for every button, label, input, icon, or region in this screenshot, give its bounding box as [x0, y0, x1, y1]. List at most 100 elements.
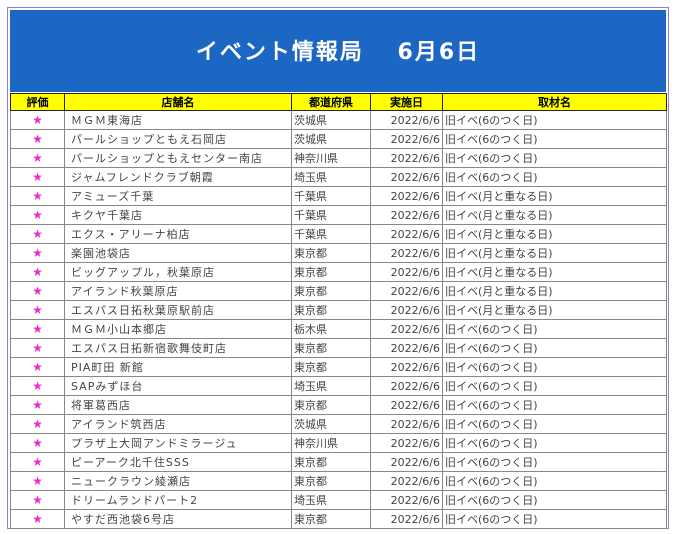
- date-cell: 2022/6/6: [370, 281, 443, 301]
- rating-star-icon: ★: [10, 110, 65, 130]
- rating-star-icon: ★: [10, 338, 65, 358]
- page-title: イベント情報局 6月6日: [195, 40, 481, 65]
- event-name-cell: 旧イベ(月と重なる日): [442, 186, 667, 206]
- event-name-cell: 旧イベ(6のつく日): [442, 148, 667, 168]
- event-name-cell: 旧イベ(月と重なる日): [442, 281, 667, 301]
- event-name-cell: 旧イベ(月と重なる日): [442, 205, 667, 225]
- date-cell: 2022/6/6: [370, 300, 443, 320]
- rating-star-icon: ★: [10, 167, 65, 187]
- event-name-cell: 旧イベ(6のつく日): [442, 395, 667, 415]
- table-row: ★ PIA町田 新館 東京都 2022/6/6 旧イベ(6のつく日): [10, 357, 667, 377]
- store-name-cell: ＭＧＭ小山本郷店: [64, 319, 292, 339]
- rating-star-icon: ★: [10, 281, 65, 301]
- date-cell: 2022/6/6: [370, 376, 443, 396]
- rating-star-icon: ★: [10, 300, 65, 320]
- event-name-cell: 旧イベ(6のつく日): [442, 319, 667, 339]
- date-cell: 2022/6/6: [370, 357, 443, 377]
- table-row: ★ エクス・アリーナ柏店 千葉県 2022/6/6 旧イベ(月と重なる日): [10, 224, 667, 244]
- store-name-cell: エスパス日拓秋葉原駅前店: [64, 300, 292, 320]
- table-row: ★ ドリームランドパート2 埼玉県 2022/6/6 旧イベ(6のつく日): [10, 490, 667, 510]
- date-cell: 2022/6/6: [370, 129, 443, 149]
- prefecture-cell: 神奈川県: [291, 433, 371, 453]
- rating-star-icon: ★: [10, 452, 65, 472]
- table-row: ★ ビッグアップル，秋葉原店 東京都 2022/6/6 旧イベ(月と重なる日): [10, 262, 667, 282]
- store-name-cell: アイランド筑西店: [64, 414, 292, 434]
- header-rating: 評価: [10, 93, 65, 111]
- event-name-cell: 旧イベ(6のつく日): [442, 110, 667, 130]
- table-row: ★ ＭＧＭ東海店 茨城県 2022/6/6 旧イベ(6のつく日): [10, 110, 667, 130]
- event-name-cell: 旧イベ(月と重なる日): [442, 262, 667, 282]
- table-row: ★ パールショップともえセンター南店 神奈川県 2022/6/6 旧イベ(6のつく日): [10, 148, 667, 168]
- store-name-cell: ドリームランドパート2: [64, 490, 292, 510]
- prefecture-cell: 茨城県: [291, 110, 371, 130]
- event-name-cell: 旧イベ(6のつく日): [442, 509, 667, 529]
- event-name-cell: 旧イベ(月と重なる日): [442, 224, 667, 244]
- event-name-cell: 旧イベ(6のつく日): [442, 490, 667, 510]
- store-name-cell: パールショップともえ石岡店: [64, 129, 292, 149]
- table-row: ★ ニュークラウン綾瀬店 東京都 2022/6/6 旧イベ(6のつく日): [10, 471, 667, 491]
- prefecture-cell: 栃木県: [291, 319, 371, 339]
- prefecture-cell: 東京都: [291, 357, 371, 377]
- date-cell: 2022/6/6: [370, 167, 443, 187]
- store-name-cell: 将軍葛西店: [64, 395, 292, 415]
- date-cell: 2022/6/6: [370, 338, 443, 358]
- date-cell: 2022/6/6: [370, 395, 443, 415]
- date-cell: 2022/6/6: [370, 224, 443, 244]
- prefecture-cell: 東京都: [291, 338, 371, 358]
- rating-star-icon: ★: [10, 471, 65, 491]
- date-cell: 2022/6/6: [370, 205, 443, 225]
- table-row: ★ キクヤ千葉店 千葉県 2022/6/6 旧イベ(月と重なる日): [10, 205, 667, 225]
- table-row: ★ アイランド筑西店 茨城県 2022/6/6 旧イベ(6のつく日): [10, 414, 667, 434]
- store-name-cell: アイランド秋葉原店: [64, 281, 292, 301]
- prefecture-cell: 東京都: [291, 281, 371, 301]
- store-name-cell: エスパス日拓新宿歌舞伎町店: [64, 338, 292, 358]
- table-row: ★ アイランド秋葉原店 東京都 2022/6/6 旧イベ(月と重なる日): [10, 281, 667, 301]
- store-name-cell: エクス・アリーナ柏店: [64, 224, 292, 244]
- event-name-cell: 旧イベ(6のつく日): [442, 452, 667, 472]
- prefecture-cell: 茨城県: [291, 414, 371, 434]
- date-cell: 2022/6/6: [370, 110, 443, 130]
- prefecture-cell: 東京都: [291, 300, 371, 320]
- date-cell: 2022/6/6: [370, 186, 443, 206]
- prefecture-cell: 東京都: [291, 395, 371, 415]
- event-name-cell: 旧イベ(6のつく日): [442, 433, 667, 453]
- rating-star-icon: ★: [10, 224, 65, 244]
- store-name-cell: SAPみずほ台: [64, 376, 292, 396]
- rating-star-icon: ★: [10, 509, 65, 529]
- rating-star-icon: ★: [10, 148, 65, 168]
- date-cell: 2022/6/6: [370, 262, 443, 282]
- table-row: ★ アミューズ千葉 千葉県 2022/6/6 旧イベ(月と重なる日): [10, 186, 667, 206]
- store-name-cell: パールショップともえセンター南店: [64, 148, 292, 168]
- date-cell: 2022/6/6: [370, 148, 443, 168]
- rating-star-icon: ★: [10, 129, 65, 149]
- date-cell: 2022/6/6: [370, 471, 443, 491]
- rating-star-icon: ★: [10, 205, 65, 225]
- store-name-cell: PIA町田 新館: [64, 357, 292, 377]
- header-store: 店舗名: [64, 93, 292, 111]
- rating-star-icon: ★: [10, 395, 65, 415]
- title-banner: イベント情報局 6月6日: [10, 10, 666, 92]
- prefecture-cell: 茨城県: [291, 129, 371, 149]
- date-cell: 2022/6/6: [370, 452, 443, 472]
- table-row: ★ SAPみずほ台 埼玉県 2022/6/6 旧イベ(6のつく日): [10, 376, 667, 396]
- table-row: ★ エスパス日拓秋葉原駅前店 東京都 2022/6/6 旧イベ(月と重なる日): [10, 300, 667, 320]
- rating-star-icon: ★: [10, 490, 65, 510]
- table-row: ★ やすだ西池袋6号店 東京都 2022/6/6 旧イベ(6のつく日): [10, 509, 667, 529]
- table-row: ★ 将軍葛西店 東京都 2022/6/6 旧イベ(6のつく日): [10, 395, 667, 415]
- event-name-cell: 旧イベ(6のつく日): [442, 338, 667, 358]
- prefecture-cell: 千葉県: [291, 224, 371, 244]
- event-name-cell: 旧イベ(6のつく日): [442, 414, 667, 434]
- prefecture-cell: 埼玉県: [291, 490, 371, 510]
- date-cell: 2022/6/6: [370, 414, 443, 434]
- table-row: ★ ジャムフレンドクラブ朝霞 埼玉県 2022/6/6 旧イベ(6のつく日): [10, 167, 667, 187]
- event-name-cell: 旧イベ(6のつく日): [442, 357, 667, 377]
- prefecture-cell: 東京都: [291, 243, 371, 263]
- event-name-cell: 旧イベ(6のつく日): [442, 376, 667, 396]
- event-name-cell: 旧イベ(6のつく日): [442, 129, 667, 149]
- prefecture-cell: 東京都: [291, 509, 371, 529]
- date-cell: 2022/6/6: [370, 433, 443, 453]
- prefecture-cell: 埼玉県: [291, 376, 371, 396]
- prefecture-cell: 千葉県: [291, 205, 371, 225]
- prefecture-cell: 神奈川県: [291, 148, 371, 168]
- table-row: ★ パールショップともえ石岡店 茨城県 2022/6/6 旧イベ(6のつく日): [10, 129, 667, 149]
